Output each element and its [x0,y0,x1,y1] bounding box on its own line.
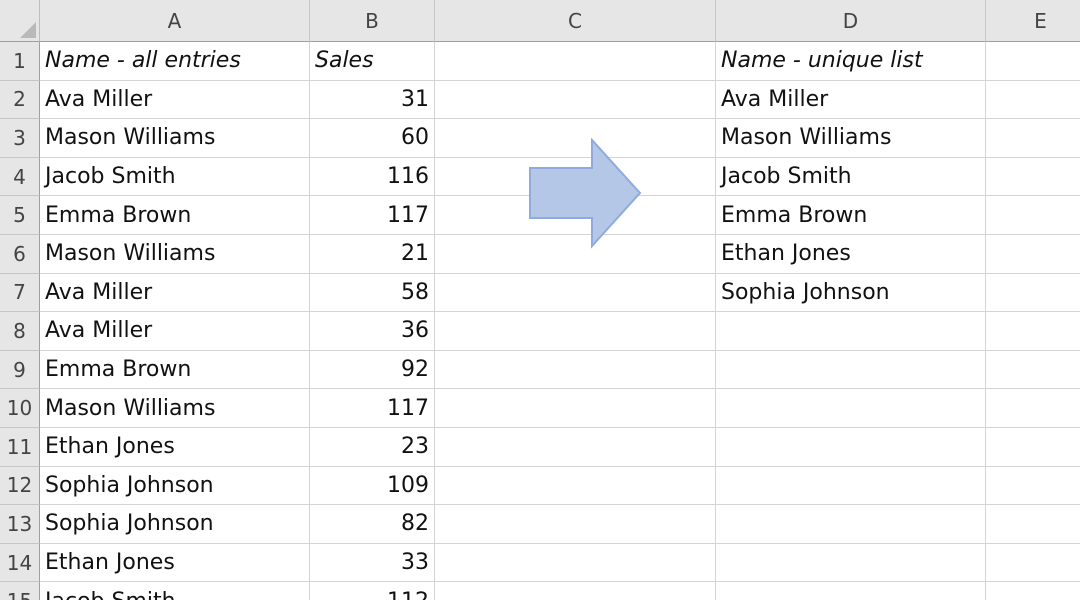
column-header-e[interactable]: E [986,0,1080,42]
cell-d6[interactable]: Ethan Jones [716,235,986,274]
cell-a8[interactable]: Ava Miller [40,312,310,351]
cell-b11[interactable]: 23 [310,428,435,467]
row-header-15[interactable]: 15 [0,582,40,600]
row-header-10[interactable]: 10 [0,389,40,428]
cell-a7[interactable]: Ava Miller [40,273,310,313]
cell-c15[interactable] [435,582,716,600]
cell-d15[interactable] [716,582,986,600]
row-header-8[interactable]: 8 [0,312,40,351]
row-header-13[interactable]: 13 [0,505,40,544]
cell-c9[interactable] [435,350,716,390]
cell-d10[interactable] [716,389,986,428]
cell-c7[interactable] [435,273,716,313]
cell-e8[interactable] [986,312,1080,351]
cell-d2[interactable]: Ava Miller [716,80,986,120]
row-header-9[interactable]: 9 [0,350,40,390]
cell-b4[interactable]: 116 [310,157,435,197]
cell-e9[interactable] [986,351,1080,390]
cell-d5[interactable]: Emma Brown [716,196,986,235]
row-header-7[interactable]: 7 [0,273,40,313]
cell-b8[interactable]: 36 [310,312,435,351]
cell-a4[interactable]: Jacob Smith [40,157,310,197]
right-arrow-icon [529,138,642,249]
row-header-4[interactable]: 4 [0,157,40,197]
cell-b9[interactable]: 92 [310,350,435,390]
cell-b2[interactable]: 31 [310,80,435,120]
cell-c1[interactable] [435,42,716,81]
cell-d8[interactable] [716,312,986,351]
cell-e2[interactable] [986,81,1080,120]
cell-a9[interactable]: Emma Brown [40,350,310,390]
cell-e1[interactable] [986,42,1080,81]
cell-d12[interactable] [716,466,986,506]
column-header-b[interactable]: B [310,0,435,42]
cell-d11[interactable] [716,428,986,467]
cell-b12[interactable]: 109 [310,466,435,506]
cell-a10[interactable]: Mason Williams [40,389,310,428]
select-all-button[interactable] [0,0,40,42]
cell-e15[interactable] [986,582,1080,600]
cell-c12[interactable] [435,466,716,506]
cell-d4[interactable]: Jacob Smith [716,157,986,197]
cell-c8[interactable] [435,312,716,351]
column-header-a[interactable]: A [40,0,310,42]
cell-a3[interactable]: Mason Williams [40,119,310,158]
column-header-c[interactable]: C [435,0,716,42]
cell-e3[interactable] [986,119,1080,158]
cell-a11[interactable]: Ethan Jones [40,428,310,467]
select-all-triangle-icon [20,22,36,38]
row-header-2[interactable]: 2 [0,80,40,120]
cell-d9[interactable] [716,350,986,390]
cell-e12[interactable] [986,467,1080,506]
cell-a1[interactable]: Name - all entries [40,42,310,81]
cell-a5[interactable]: Emma Brown [40,196,310,235]
cell-b3[interactable]: 60 [310,119,435,158]
row-header-5[interactable]: 5 [0,196,40,235]
cell-b1[interactable]: Sales [310,42,435,81]
cell-b7[interactable]: 58 [310,273,435,313]
cell-c10[interactable] [435,389,716,428]
cell-a2[interactable]: Ava Miller [40,80,310,120]
cell-b14[interactable]: 33 [310,543,435,583]
cell-c14[interactable] [435,543,716,583]
cell-a14[interactable]: Ethan Jones [40,543,310,583]
cell-a6[interactable]: Mason Williams [40,235,310,274]
cell-a13[interactable]: Sophia Johnson [40,505,310,544]
row-header-1[interactable]: 1 [0,42,40,81]
cell-b10[interactable]: 117 [310,389,435,428]
spreadsheet-grid: A B C D E 1 Name - all entries Sales Name - uniq… [0,0,1080,600]
cell-e14[interactable] [986,544,1080,583]
cell-e10[interactable] [986,389,1080,428]
cell-e13[interactable] [986,505,1080,544]
cell-b5[interactable]: 117 [310,196,435,235]
cell-e5[interactable] [986,196,1080,235]
cell-d13[interactable] [716,505,986,544]
row-header-11[interactable]: 11 [0,428,40,467]
cell-c11[interactable] [435,428,716,467]
cell-e4[interactable] [986,158,1080,197]
cell-d14[interactable] [716,543,986,583]
row-header-6[interactable]: 6 [0,235,40,274]
row-header-12[interactable]: 12 [0,466,40,506]
cell-a15[interactable]: Jacob Smith [40,582,310,600]
row-header-14[interactable]: 14 [0,543,40,583]
cell-b13[interactable]: 82 [310,505,435,544]
cell-e11[interactable] [986,428,1080,467]
cell-c13[interactable] [435,505,716,544]
cell-e7[interactable] [986,274,1080,313]
cell-e6[interactable] [986,235,1080,274]
column-header-d[interactable]: D [716,0,986,42]
row-header-3[interactable]: 3 [0,119,40,158]
cell-d7[interactable]: Sophia Johnson [716,273,986,313]
cell-c2[interactable] [435,80,716,120]
cell-b15[interactable]: 112 [310,582,435,600]
cell-b6[interactable]: 21 [310,235,435,274]
cell-d1[interactable]: Name - unique list [716,42,986,81]
cell-a12[interactable]: Sophia Johnson [40,466,310,506]
cell-d3[interactable]: Mason Williams [716,119,986,158]
